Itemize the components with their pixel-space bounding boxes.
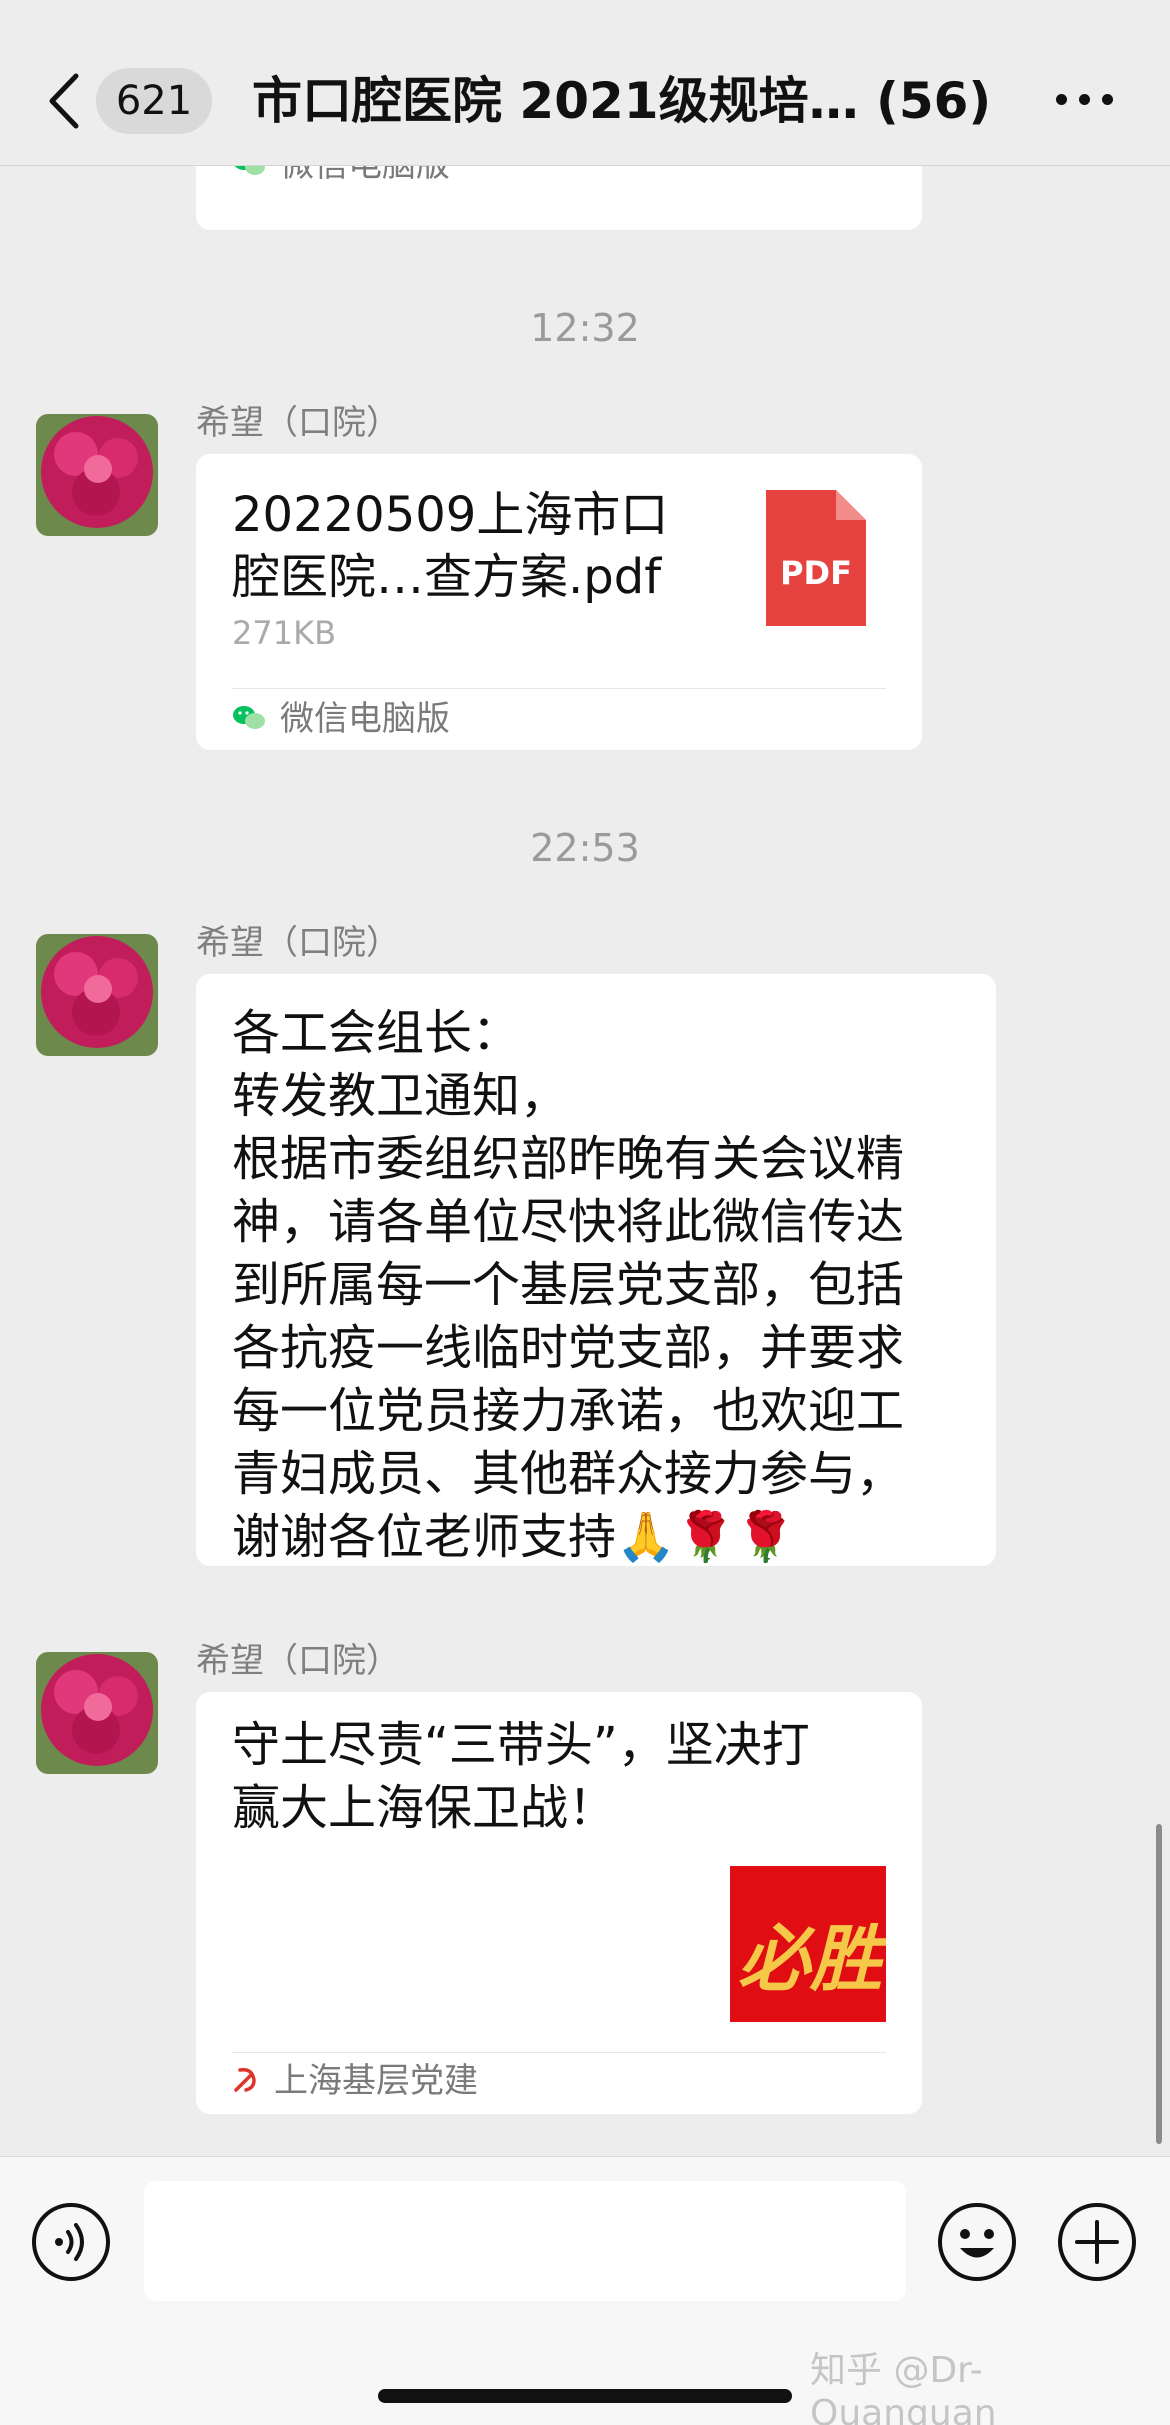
- file-message-bubble[interactable]: 20220509上海市口腔医院…查方案.pdf 271KB PDF 微信电脑版: [196, 454, 922, 750]
- avatar[interactable]: [36, 934, 158, 1056]
- chevron-left-icon: [49, 73, 79, 129]
- file-name: 20220509上海市口腔医院…查方案.pdf: [232, 487, 669, 605]
- input-bar: 知乎 @Dr-Quanquan: [0, 2156, 1170, 2425]
- timestamp: 12:32: [530, 306, 640, 350]
- more-functions-button[interactable]: [1056, 2201, 1138, 2283]
- message-text: 各工会组长： 转发教卫通知， 根据市委组织部昨晚有关会议精 神，请各单位尽快将此…: [232, 1005, 905, 1565]
- more-dot-icon: [1056, 94, 1067, 105]
- avatar[interactable]: [36, 1652, 158, 1774]
- flower-avatar-icon: [36, 414, 158, 536]
- more-options-button[interactable]: [1050, 78, 1130, 122]
- scrollbar[interactable]: [1156, 1824, 1162, 2144]
- message-source: 微信电脑版: [232, 694, 450, 744]
- wechat-icon: [232, 166, 266, 192]
- pdf-file-icon: PDF: [766, 490, 866, 626]
- more-dot-icon: [1102, 94, 1113, 105]
- sender-name: 希望（口院）: [196, 1641, 400, 1681]
- link-message-bubble[interactable]: 守土尽责“三带头”，坚决打 赢大上海保卫战！ 必胜 上海基层党建: [196, 1692, 922, 2114]
- sender-name: 希望（口院）: [196, 923, 400, 963]
- source-label: 微信电脑版: [280, 699, 450, 739]
- source-label: 微信电脑版: [280, 166, 450, 185]
- message-source: 微信电脑版: [232, 166, 450, 190]
- flower-avatar-icon: [36, 1652, 158, 1774]
- party-emblem-icon: [232, 2058, 260, 2108]
- smiley-icon: [938, 2203, 1016, 2281]
- chat-title: 市口腔医院 2021级规培… (56): [252, 72, 992, 130]
- divider: [232, 2052, 886, 2053]
- back-button[interactable]: [40, 68, 90, 134]
- emoji-button[interactable]: [936, 2201, 1018, 2283]
- flower-avatar-icon: [36, 934, 158, 1056]
- plus-icon: [1058, 2203, 1136, 2281]
- watermark: 知乎 @Dr-Quanquan: [810, 2350, 997, 2425]
- chat-header: 621 市口腔医院 2021级规培… (56): [0, 0, 1170, 166]
- voice-input-button[interactable]: [30, 2201, 112, 2283]
- link-thumbnail: 必胜: [730, 1866, 886, 2022]
- thumbnail-text: 必胜: [737, 1916, 882, 2001]
- file-size: 271KB: [232, 614, 337, 652]
- more-dot-icon: [1079, 94, 1090, 105]
- message-input[interactable]: [144, 2181, 906, 2301]
- source-label: 上海基层党建: [274, 2061, 478, 2101]
- chat-screen: 621 市口腔医院 2021级规培… (56) 微信电脑版 12:32: [0, 0, 1170, 2425]
- home-indicator[interactable]: [378, 2389, 792, 2403]
- message-source: 上海基层党建: [232, 2056, 478, 2106]
- timestamp: 22:53: [530, 826, 640, 870]
- avatar[interactable]: [36, 414, 158, 536]
- voice-icon: [32, 2203, 110, 2281]
- previous-message-bubble[interactable]: 微信电脑版: [196, 166, 922, 230]
- message-list[interactable]: 微信电脑版 12:32 希望（口院） 20220509上海市口腔医院…查方案.p…: [0, 166, 1170, 2156]
- link-title: 守土尽责“三带头”，坚决打 赢大上海保卫战！: [232, 1717, 810, 1836]
- unread-count-badge[interactable]: 621: [96, 68, 212, 134]
- pdf-badge-label: PDF: [780, 554, 852, 592]
- text-message-bubble[interactable]: 各工会组长： 转发教卫通知， 根据市委组织部昨晚有关会议精 神，请各单位尽快将此…: [196, 974, 996, 1566]
- divider: [232, 688, 886, 689]
- wechat-icon: [232, 696, 266, 746]
- sender-name: 希望（口院）: [196, 403, 400, 443]
